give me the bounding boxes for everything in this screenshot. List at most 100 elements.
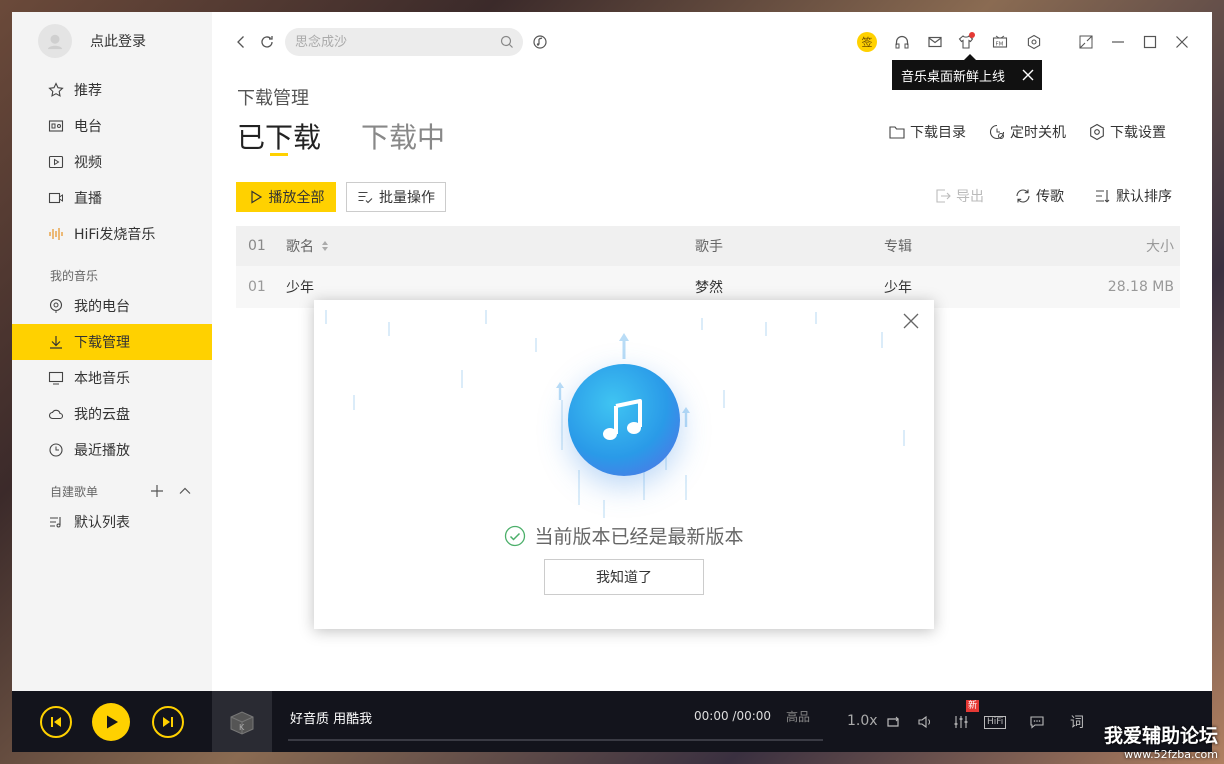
- sign-in-badge[interactable]: 签: [857, 32, 877, 52]
- sidebar-item-label: 我的云盘: [74, 407, 130, 423]
- equalizer-icon: [954, 716, 968, 728]
- comment-icon: [1030, 716, 1044, 729]
- maximize-icon: [1143, 35, 1157, 49]
- search-input[interactable]: [285, 28, 485, 56]
- download-dir-label: 下载目录: [910, 125, 966, 141]
- speed-button[interactable]: 1.0x: [847, 713, 878, 729]
- section-title-label: 自建歌单: [50, 484, 99, 499]
- sort-button[interactable]: 默认排序: [1094, 186, 1172, 206]
- sort-arrows-icon[interactable]: [320, 240, 330, 252]
- avatar[interactable]: [38, 24, 72, 58]
- playlist-tools: [150, 484, 192, 498]
- previous-button[interactable]: [40, 706, 72, 738]
- headphones-button[interactable]: [891, 31, 913, 53]
- volume-button[interactable]: [916, 713, 934, 731]
- sidebar-item-hifi[interactable]: HiFi发烧音乐: [12, 216, 212, 252]
- dialog-close-button[interactable]: [902, 312, 920, 330]
- sidebar-item-default-playlist[interactable]: 默认列表: [12, 504, 212, 540]
- plus-icon[interactable]: [150, 484, 164, 498]
- search-icon[interactable]: [499, 34, 515, 50]
- sidebar-item-live[interactable]: 直播: [12, 180, 212, 216]
- search-box[interactable]: [285, 28, 523, 56]
- export-button[interactable]: 导出: [934, 186, 984, 206]
- user-login[interactable]: 点此登录: [38, 24, 146, 58]
- minimize-button[interactable]: [1107, 31, 1129, 53]
- playlist-icon: [50, 517, 61, 528]
- mail-button[interactable]: [924, 31, 946, 53]
- loop-icon: [887, 716, 899, 727]
- loop-button[interactable]: [884, 713, 902, 731]
- close-button[interactable]: [1171, 31, 1193, 53]
- transfer-button[interactable]: 传歌: [1014, 186, 1064, 206]
- download-dir-button[interactable]: 下载目录: [888, 122, 966, 142]
- download-settings-button[interactable]: 下载设置: [1088, 122, 1166, 142]
- progress-bar[interactable]: [288, 739, 823, 741]
- sidebar-item-my-radio[interactable]: 我的电台: [12, 288, 212, 324]
- tooltip-close-icon[interactable]: [1020, 67, 1036, 83]
- notification-dot: [969, 32, 975, 38]
- watermark: 我爱辅助论坛 www.52fzba.com: [1104, 724, 1218, 762]
- quality-selector[interactable]: 高品: [786, 708, 810, 725]
- listen-recognize-button[interactable]: [529, 31, 551, 53]
- refresh-button[interactable]: [256, 31, 278, 53]
- player-bar: K 好音质 用酷我 00:00 /00:00 高品 1.0x 新 HiFi 词: [12, 691, 1212, 752]
- batch-operation-button[interactable]: 批量操作: [346, 182, 446, 212]
- update-dialog: 当前版本已经是最新版本 我知道了: [314, 300, 934, 629]
- hifi-button[interactable]: HiFi: [984, 716, 1007, 729]
- next-button[interactable]: [152, 706, 184, 738]
- page-title: 下载管理: [237, 88, 309, 109]
- new-badge: 新: [966, 700, 980, 712]
- album-cover[interactable]: K: [212, 691, 272, 752]
- sidebar-item-label: 电台: [74, 119, 102, 135]
- comment-button[interactable]: [1028, 713, 1046, 731]
- track-title[interactable]: 好音质 用酷我: [290, 708, 372, 727]
- gear-icon: [1090, 123, 1104, 141]
- headphones-icon: [895, 35, 909, 49]
- back-button[interactable]: [230, 31, 252, 53]
- sidebar-item-recent[interactable]: 最近播放: [12, 432, 212, 468]
- sidebar-item-recommend[interactable]: 推荐: [12, 72, 212, 108]
- timer-shutdown-label: 定时关机: [1010, 125, 1066, 141]
- download-icon: [50, 336, 62, 349]
- row-index: 01: [248, 279, 266, 295]
- close-icon: [1176, 36, 1188, 48]
- play-icon: [250, 190, 262, 204]
- lyric-button[interactable]: 词: [1070, 712, 1084, 732]
- export-icon: [936, 189, 951, 203]
- acknowledge-button[interactable]: 我知道了: [544, 559, 704, 595]
- kuwo-box-icon: K: [230, 710, 254, 735]
- sync-icon: [1016, 189, 1030, 203]
- watermark-url: www.52fzba.com: [1124, 748, 1218, 761]
- login-link[interactable]: 点此登录: [90, 31, 146, 51]
- refresh-icon: [261, 36, 273, 48]
- tab-downloading[interactable]: 下载中: [361, 116, 445, 156]
- sidebar-item-radio[interactable]: 电台: [12, 108, 212, 144]
- mini-mode-button[interactable]: [1075, 31, 1097, 53]
- volume-icon: [918, 715, 931, 729]
- fm-button[interactable]: FM: [989, 31, 1011, 53]
- update-status-text: 当前版本已经是最新版本: [534, 526, 744, 548]
- sidebar-item-cloud[interactable]: 我的云盘: [12, 396, 212, 432]
- maximize-button[interactable]: [1139, 31, 1161, 53]
- music-note-icon: [603, 399, 642, 440]
- sidebar-item-download-manager[interactable]: 下载管理: [12, 324, 212, 360]
- sidebar: 点此登录 推荐 电台 视频 直播 HiFi发烧音乐 我的音乐 我的电台 下载管理…: [12, 12, 212, 691]
- settings-button[interactable]: [1023, 31, 1045, 53]
- header-name[interactable]: 歌名: [286, 226, 330, 266]
- sidebar-item-local-music[interactable]: 本地音乐: [12, 360, 212, 396]
- equalizer-button[interactable]: [952, 713, 970, 731]
- export-label: 导出: [956, 189, 984, 205]
- folder-icon: [889, 126, 905, 139]
- timer-shutdown-button[interactable]: 定时关机: [988, 122, 1066, 142]
- sidebar-item-label: 默认列表: [74, 515, 130, 531]
- play-button[interactable]: [92, 703, 130, 741]
- sidebar-item-video[interactable]: 视频: [12, 144, 212, 180]
- chevron-up-icon[interactable]: [178, 484, 192, 498]
- play-all-button[interactable]: 播放全部: [236, 182, 336, 212]
- sort-label: 默认排序: [1116, 189, 1172, 205]
- sidebar-item-label: HiFi发烧音乐: [74, 227, 156, 243]
- tab-downloaded[interactable]: 已下载: [237, 116, 321, 156]
- svg-text:K: K: [239, 723, 245, 732]
- download-settings-label: 下载设置: [1110, 125, 1166, 141]
- row-song-name[interactable]: 少年: [286, 266, 314, 308]
